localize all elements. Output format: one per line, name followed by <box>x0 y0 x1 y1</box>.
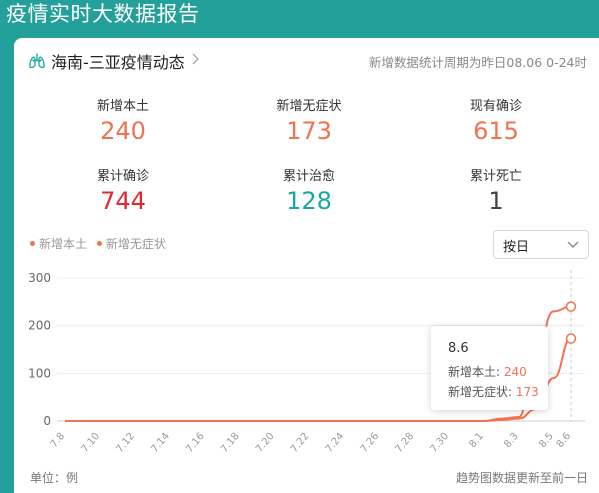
data-point <box>565 301 577 312</box>
x-tick-label: 7.22 <box>289 431 312 455</box>
x-tick-label: 7.14 <box>149 431 172 455</box>
tooltip-row-local: 新增本土: 240 <box>448 363 527 380</box>
x-tick-label: 8.6 <box>555 431 574 450</box>
x-tick-label: 7.10 <box>79 431 102 455</box>
trend-chart[interactable]: 0 100 200 300 7.8 7.10 7.12 7.14 7.16 7.18 7.20 7.2… <box>0 0 599 493</box>
x-tick-label: 7.16 <box>184 431 207 455</box>
tooltip-row-asymptomatic: 新增无症状: 173 <box>448 383 539 400</box>
x-tick-label: 7.18 <box>219 431 242 455</box>
x-tick-label: 7.12 <box>114 431 137 455</box>
x-tick-label: 7.24 <box>324 431 347 455</box>
x-tick-label: 7.20 <box>254 431 277 455</box>
chart-tooltip: 8.6 新增本土: 240 新增无症状: 173 <box>431 326 548 410</box>
update-note: 趋势图数据更新至前一日 <box>455 471 588 485</box>
y-tick-label: 0 <box>43 414 51 428</box>
tooltip-label: 新增本土: <box>448 365 501 379</box>
x-tick-label: 8.3 <box>502 431 521 450</box>
tooltip-value: 173 <box>515 385 539 399</box>
unit-label: 单位：例 <box>30 471 79 485</box>
x-tick-label: 8.1 <box>467 431 486 450</box>
x-tick-label: 7.8 <box>49 431 68 450</box>
x-tick-label: 7.30 <box>428 431 451 455</box>
x-tick-label: 7.28 <box>394 431 417 455</box>
y-tick-label: 100 <box>28 366 51 380</box>
y-tick-label: 300 <box>28 271 51 285</box>
x-tick-label: 8.5 <box>537 431 556 450</box>
y-tick-label: 200 <box>28 319 51 333</box>
tooltip-label: 新增无症状: <box>448 385 513 399</box>
data-point <box>565 333 577 344</box>
x-tick-label: 7.26 <box>359 431 382 455</box>
tooltip-date: 8.6 <box>448 341 469 356</box>
tooltip-value: 240 <box>503 365 527 379</box>
